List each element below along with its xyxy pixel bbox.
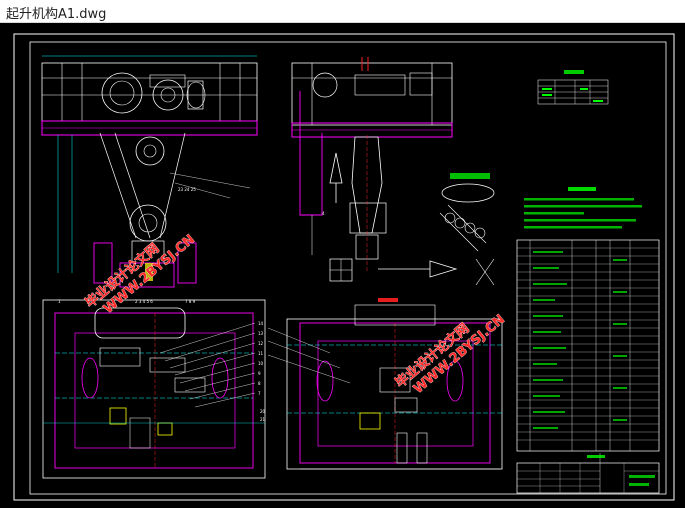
- svg-text:23 24 25: 23 24 25: [178, 187, 196, 192]
- svg-text:7 8 9: 7 8 9: [185, 299, 196, 304]
- svg-text:12: 12: [258, 341, 264, 346]
- svg-text:14: 14: [258, 321, 264, 326]
- svg-text:11: 11: [258, 351, 264, 356]
- svg-text:13: 13: [258, 331, 264, 336]
- title-bar: 起升机构A1.dwg: [0, 0, 685, 23]
- svg-text:21: 21: [260, 417, 266, 422]
- svg-text:20: 20: [260, 409, 266, 414]
- cad-drawing: 23 24 25 4 14 13 12 11 10 9 8 7 1 2 3 4 …: [0, 23, 685, 508]
- drawing-background: [0, 23, 685, 508]
- svg-text:2 3 4 5 6: 2 3 4 5 6: [135, 299, 153, 304]
- cad-drawing-viewport[interactable]: 23 24 25 4 14 13 12 11 10 9 8 7 1 2 3 4 …: [0, 23, 685, 508]
- svg-text:10: 10: [258, 361, 264, 366]
- app-window: 起升机构A1.dwg 23 24 25 4 14 13 12 11 10 9 8…: [0, 0, 685, 508]
- window-title: 起升机构A1.dwg: [6, 7, 107, 22]
